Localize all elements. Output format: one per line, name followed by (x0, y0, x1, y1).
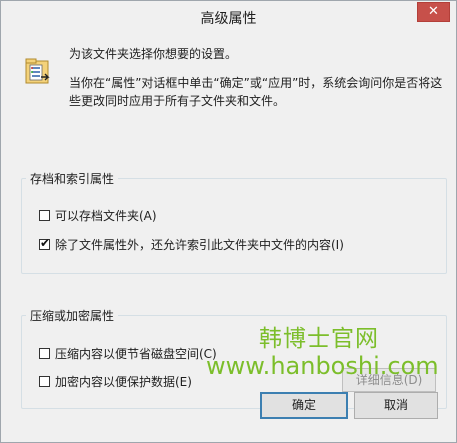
intro-text: 为该文件夹选择你想要的设置。 (69, 47, 238, 61)
compress-group-title: 压缩或加密属性 (26, 307, 119, 324)
close-icon: ✕ (428, 4, 439, 19)
checkmark-icon: ✔ (40, 235, 51, 250)
archive-label: 可以存档文件夹(A) (55, 208, 157, 223)
index-label: 除了文件属性外，还允许索引此文件夹中文件的内容(I) (55, 237, 344, 252)
compress-checkbox-row[interactable]: 压缩内容以便节省磁盘空间(C) (39, 344, 217, 362)
archive-checkbox[interactable] (39, 209, 50, 221)
archive-index-group: 存档和索引属性 可以存档文件夹(A) ✔ 除了文件属性外，还允许索引此文件夹中文… (21, 170, 447, 274)
archive-group-title: 存档和索引属性 (26, 170, 119, 187)
compress-label: 压缩内容以便节省磁盘空间(C) (55, 346, 217, 361)
cancel-button[interactable]: 取消 (354, 392, 438, 419)
intro-explanation: 当你在“属性”对话框中单击“确定”或“应用”时，系统会询问你是否将这些更改同时应… (69, 76, 443, 108)
encrypt-checkbox-row[interactable]: 加密内容以便保护数据(E) (39, 372, 192, 390)
index-checkbox[interactable]: ✔ (39, 235, 51, 250)
compress-checkbox[interactable] (39, 347, 50, 359)
ok-button[interactable]: 确定 (260, 392, 348, 419)
watermark-title: 韩博士官网 (259, 326, 379, 352)
folder-settings-icon (25, 58, 50, 84)
close-button[interactable]: ✕ (417, 2, 450, 22)
title-bar[interactable]: 高级属性 ✕ (1, 1, 456, 31)
watermark-url: www.hanboshi.com (206, 352, 439, 380)
dialog-title: 高级属性 (200, 11, 257, 27)
encrypt-checkbox[interactable] (39, 375, 50, 387)
index-checkbox-row[interactable]: ✔ 除了文件属性外，还允许索引此文件夹中文件的内容(I) (39, 235, 344, 253)
dialog-window: 高级属性 ✕ 为该文件夹选择你想要的设置。 当你在“属性”对话框中单击“确定”或… (0, 0, 457, 443)
encrypt-label: 加密内容以便保护数据(E) (55, 374, 192, 389)
archive-checkbox-row[interactable]: 可以存档文件夹(A) (39, 206, 157, 224)
